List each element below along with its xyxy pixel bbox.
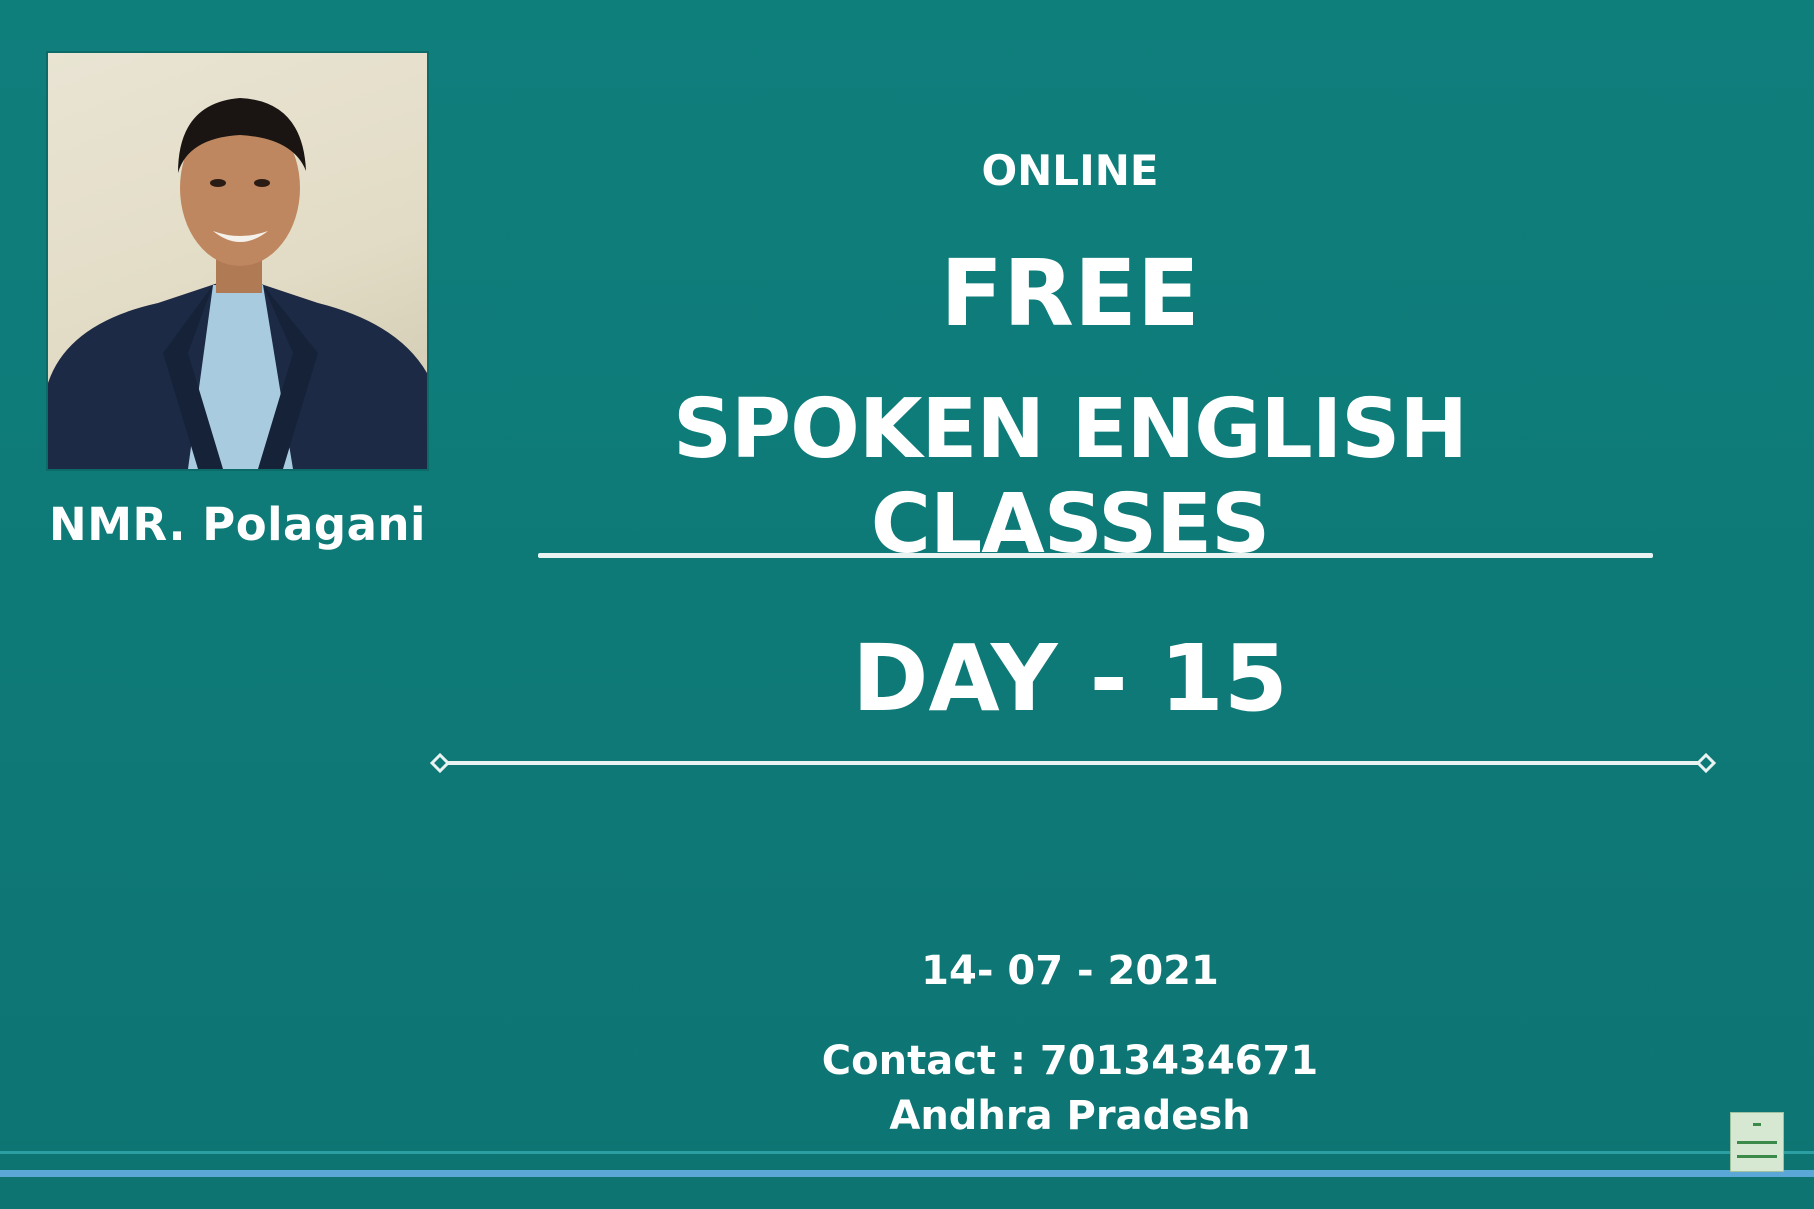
free-label: FREE (940, 240, 1200, 347)
channel-logo-icon (1730, 1112, 1784, 1172)
progress-bar (0, 1170, 1814, 1177)
day-label: DAY - 15 (852, 625, 1288, 732)
slide-title: SPOKEN ENGLISH CLASSES (673, 382, 1468, 572)
slide: NMR. Polagani ONLINE FREE SPOKEN ENGLISH… (0, 0, 1814, 1209)
presenter-photo (48, 53, 427, 469)
presenter-name: NMR. Polagani (49, 498, 426, 551)
online-label: ONLINE (981, 146, 1159, 195)
bottom-divider (0, 1151, 1814, 1154)
class-date: 14- 07 - 2021 (921, 948, 1219, 994)
location: Andhra Pradesh (889, 1093, 1251, 1139)
divider-top (538, 553, 1653, 558)
divider-diamond (430, 752, 1716, 774)
contact-info: Contact : 7013434671 (821, 1038, 1319, 1084)
